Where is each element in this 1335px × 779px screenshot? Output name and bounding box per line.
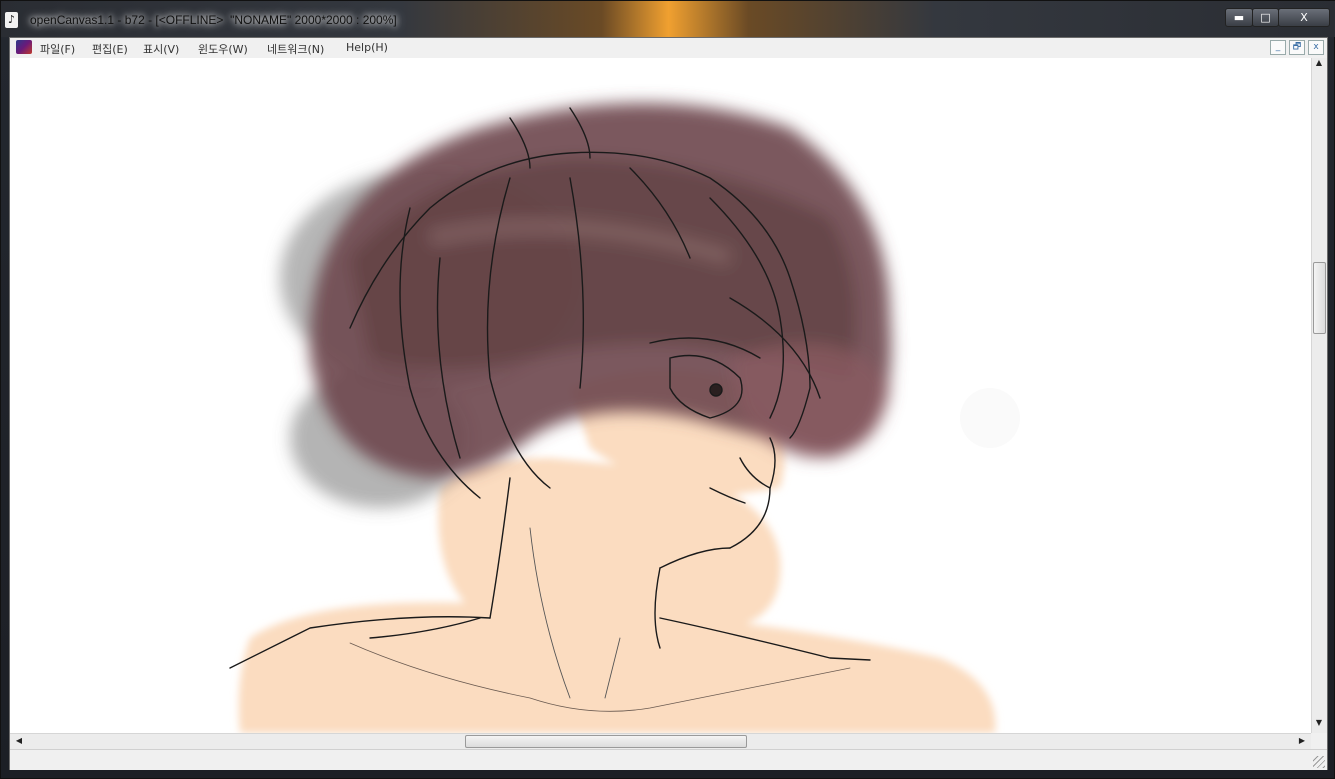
menu-help[interactable]: Help(H) (346, 41, 388, 54)
status-bar (10, 749, 1327, 770)
document-window: 파일(F) 편집(E) 표시(V) 윈도우(W) 네트워크(N) Help(H)… (9, 37, 1328, 770)
menu-view[interactable]: 표시(V) (143, 41, 179, 57)
menu-file[interactable]: 파일(F) (40, 41, 75, 57)
horizontal-scroll-thumb[interactable] (465, 735, 747, 748)
menu-network[interactable]: 네트워크(N) (267, 41, 324, 57)
menu-window[interactable]: 윈도우(W) (198, 41, 248, 57)
doc-minimize-button[interactable]: _ (1270, 40, 1286, 55)
scroll-right-arrow-icon[interactable]: ▶ (1295, 736, 1309, 745)
vertical-scrollbar[interactable]: ▲ ▼ (1311, 58, 1327, 733)
scroll-up-arrow-icon[interactable]: ▲ (1312, 58, 1326, 67)
scroll-down-arrow-icon[interactable]: ▼ (1312, 718, 1326, 727)
close-button[interactable]: X (1278, 8, 1330, 27)
app-logo-icon[interactable]: ♪ (5, 12, 18, 28)
doc-close-button[interactable]: x (1308, 40, 1324, 55)
window-title: openCanvas1.1 - b72 - [<OFFLINE> "NONAME… (30, 13, 397, 27)
menu-bar: 파일(F) 편집(E) 표시(V) 윈도우(W) 네트워크(N) Help(H)… (10, 38, 1327, 59)
faint-blob (960, 388, 1020, 448)
vertical-scroll-thumb[interactable] (1313, 262, 1326, 334)
minimize-button[interactable]: ▬ (1225, 8, 1253, 27)
resize-grip-icon[interactable] (1313, 756, 1325, 768)
title-bar[interactable]: ♪ openCanvas1.1 - b72 - [<OFFLINE> "NONA… (1, 1, 1335, 37)
artwork (229, 103, 1020, 733)
menu-edit[interactable]: 편집(E) (92, 41, 128, 57)
maximize-button[interactable]: □ (1252, 8, 1279, 27)
horizontal-scrollbar[interactable]: ◀ ▶ (10, 733, 1311, 749)
scroll-left-arrow-icon[interactable]: ◀ (12, 736, 26, 745)
doc-restore-button[interactable]: 🗗 (1289, 40, 1305, 55)
hair-shading (280, 103, 892, 508)
drawing-canvas[interactable] (10, 58, 1311, 733)
document-icon[interactable] (16, 40, 32, 54)
app-window: ♪ openCanvas1.1 - b72 - [<OFFLINE> "NONA… (0, 0, 1335, 779)
